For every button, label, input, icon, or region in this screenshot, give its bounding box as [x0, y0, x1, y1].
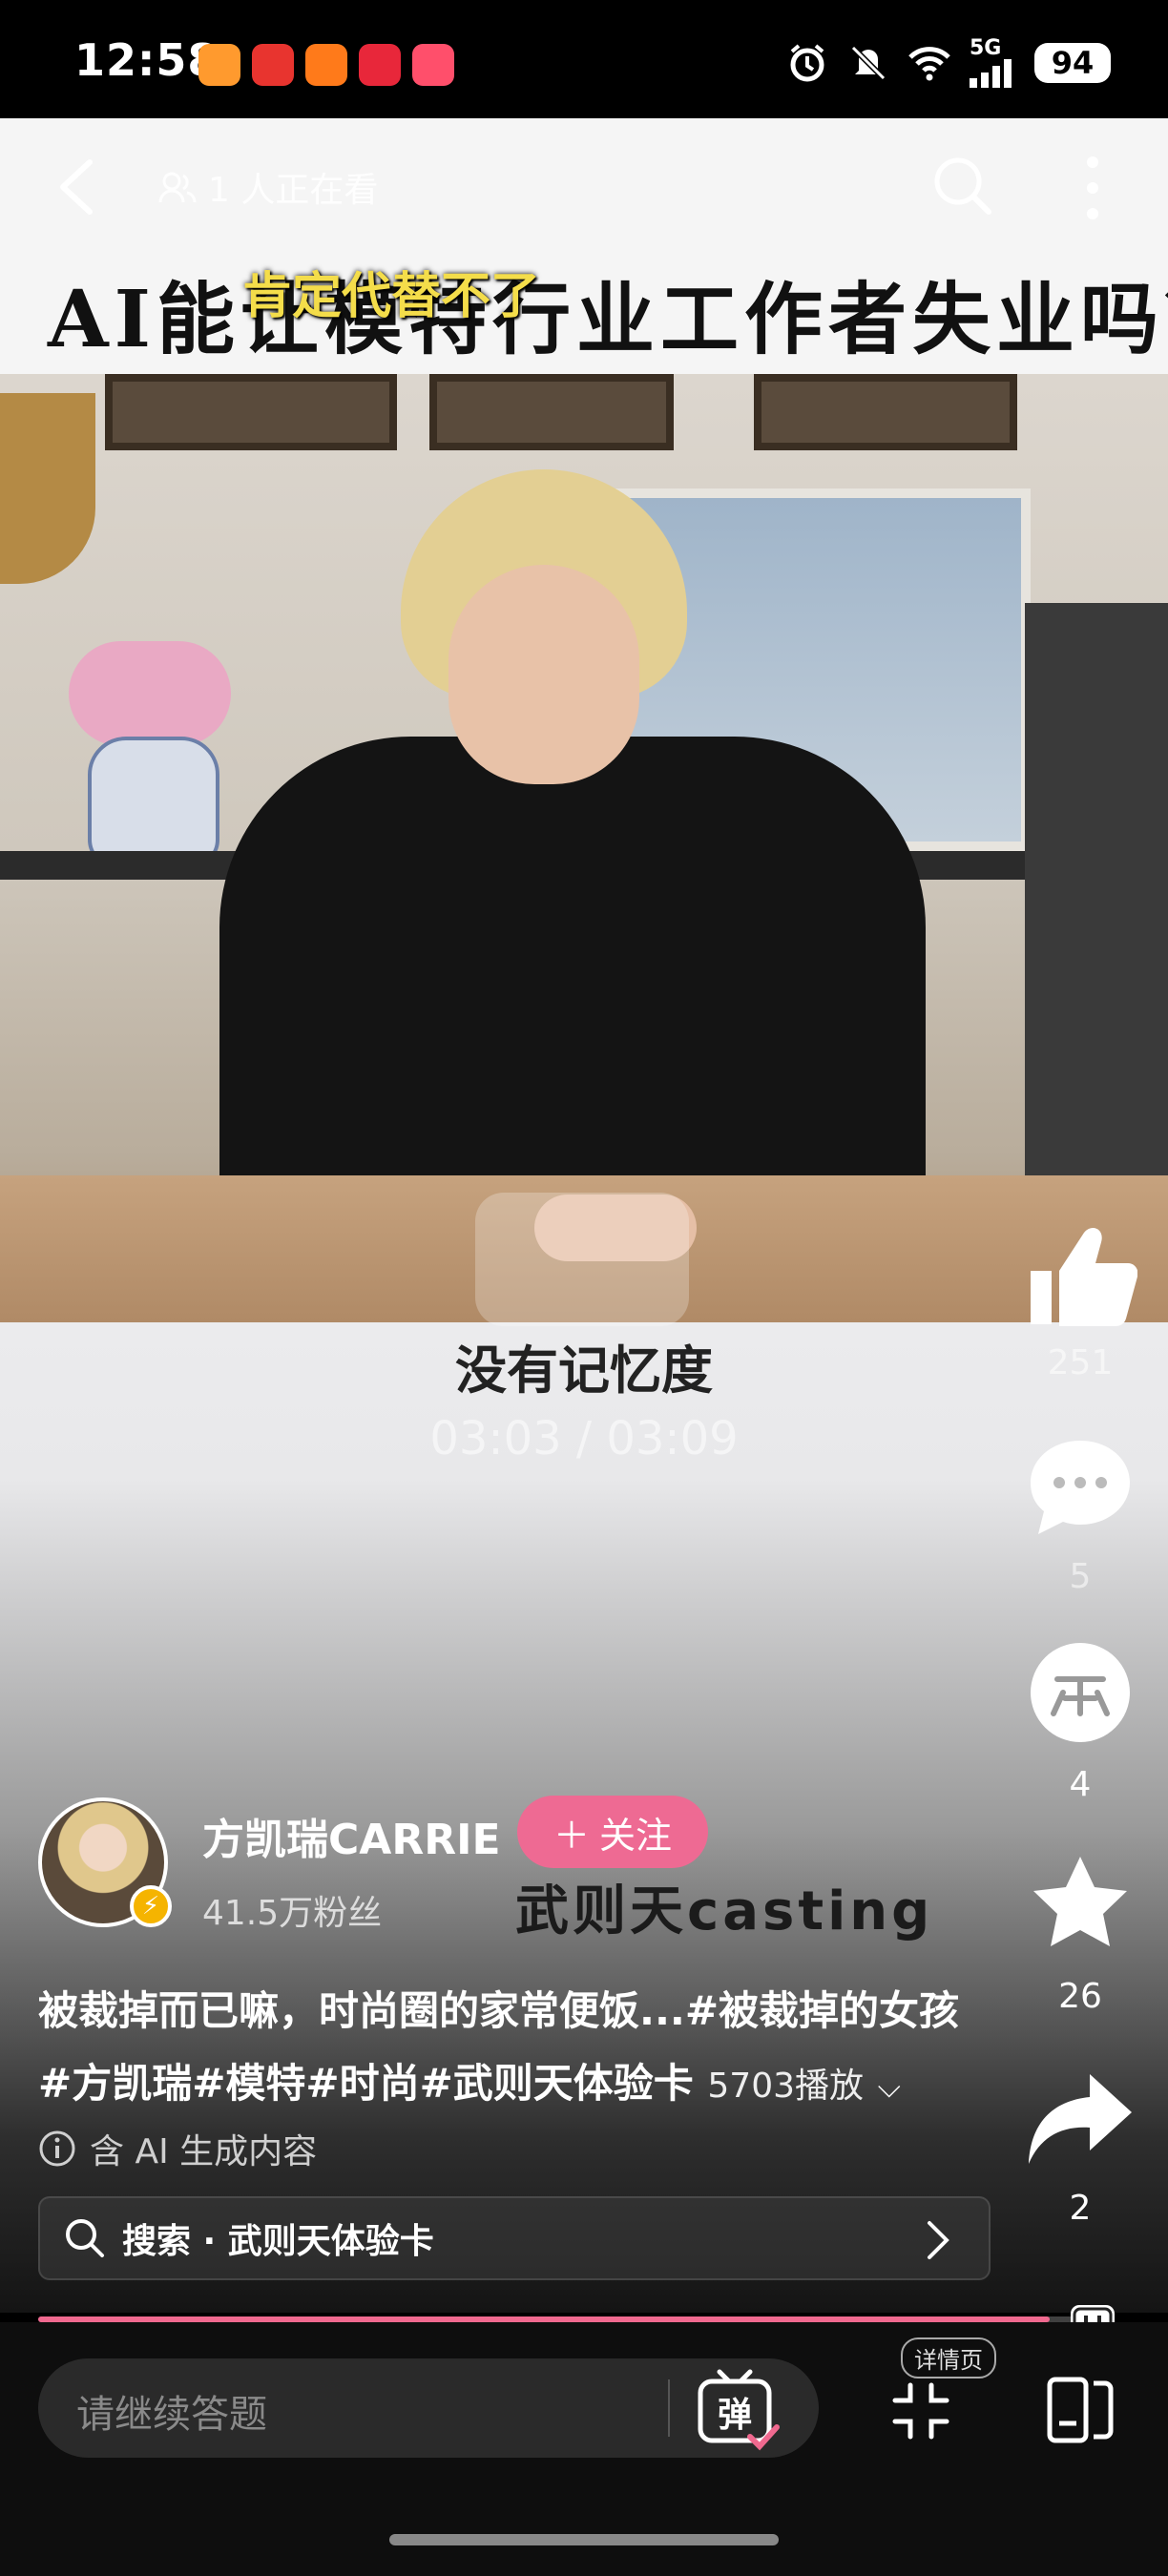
author-name[interactable]: 方凯瑞CARRIE: [202, 1805, 501, 1866]
app-icon-2: [252, 44, 294, 86]
input-divider: [668, 2379, 670, 2437]
wall-frame: [754, 374, 1017, 450]
status-bar: 12:58 5G 94: [0, 0, 1168, 118]
back-arrow-icon[interactable]: [53, 156, 99, 218]
detail-page-tag[interactable]: 详情页: [901, 2337, 996, 2379]
mute-icon: [850, 45, 886, 81]
face: [448, 565, 639, 784]
related-search-bar[interactable]: 搜索 · 武则天体验卡: [38, 2196, 991, 2280]
thumbs-up-icon[interactable]: [1023, 1217, 1138, 1332]
ai-content-notice: 含 AI 生成内容: [38, 2124, 317, 2173]
related-search-label: 搜索 · 武则天体验卡: [122, 2222, 434, 2261]
notification-app-icons: [198, 44, 454, 86]
video-frame-scene: [0, 374, 1168, 1322]
coin-action[interactable]: 4: [1021, 1639, 1139, 1804]
comment-action[interactable]: 5: [1021, 1431, 1139, 1596]
like-count: 251: [1047, 1343, 1114, 1382]
star-icon[interactable]: [1023, 1851, 1137, 1965]
danmaku-placeholder: 请继续答题: [76, 2393, 267, 2437]
lamp: [0, 393, 95, 584]
viewer-count: 1 人正在看: [158, 162, 378, 212]
danmaku-toggle-button[interactable]: 弹: [695, 2366, 782, 2454]
play-count: 5703播放: [707, 2067, 865, 2106]
search-icon: [66, 2219, 104, 2257]
video-subtitle: 肯定代替不了: [242, 268, 541, 325]
chevron-right-icon: [928, 2221, 949, 2259]
viewer-count-label: 1 人正在看: [208, 171, 379, 210]
viewers-icon: [158, 172, 197, 203]
network-type: 5G: [970, 36, 1002, 60]
video-player-screen: 12:58 5G 94 AI能让模特行业工作者失业吗？ 肯定代替不了 没有记忆度…: [0, 0, 1168, 2576]
coin-icon[interactable]: [1023, 1639, 1137, 1754]
vase: [88, 737, 219, 868]
video-watermark: 武则天casting: [515, 1880, 934, 1942]
share-action[interactable]: 2: [1021, 2063, 1139, 2228]
expand-chevron-icon[interactable]: ⌵: [878, 2068, 901, 2105]
coin-count: 4: [1069, 1765, 1092, 1804]
battery-level: 94: [1034, 43, 1111, 83]
follow-button[interactable]: ＋ 关注: [517, 1796, 708, 1868]
like-action[interactable]: 251: [1021, 1217, 1139, 1382]
app-icon-4: [359, 44, 401, 86]
playback-time: 03:03 / 03:09: [429, 1412, 739, 1465]
more-options-icon[interactable]: [1078, 155, 1107, 221]
app-icon-1: [198, 44, 240, 86]
app-icon-3: [305, 44, 347, 86]
fan-count: 41.5万粉丝: [202, 1894, 383, 1933]
ai-content-label: 含 AI 生成内容: [90, 2132, 318, 2171]
share-count: 2: [1069, 2189, 1092, 2228]
danmaku-label: 弹: [718, 2396, 752, 2435]
favorite-count: 26: [1058, 1977, 1102, 2016]
video-title-overlay: AI能让模特行业工作者失业吗？: [48, 274, 1168, 365]
search-icon[interactable]: [931, 155, 994, 218]
video-description[interactable]: 被裁掉而已嘛，时尚圈的家常便饭...#被裁掉的女孩#方凯瑞#模特#时尚#武则天体…: [38, 1975, 973, 2123]
play-button-ghost[interactable]: [475, 1193, 689, 1326]
info-icon: [39, 2130, 75, 2167]
exit-fullscreen-icon[interactable]: [891, 2381, 950, 2441]
alarm-icon: [790, 44, 824, 82]
share-arrow-icon[interactable]: [1023, 2063, 1137, 2177]
video-caption: 没有记忆度: [455, 1340, 713, 1401]
comment-bubble-icon[interactable]: [1023, 1431, 1137, 1546]
status-indicators: 5G 94: [786, 38, 1111, 88]
verified-badge-icon: ⚡: [130, 1885, 172, 1927]
wall-frame: [105, 374, 397, 450]
follow-label: 关注: [599, 1814, 673, 1857]
music-app-icon: [412, 44, 454, 86]
landscape-mode-icon[interactable]: [1046, 2374, 1118, 2446]
favorite-action[interactable]: 26: [1021, 1851, 1139, 2016]
home-indicator[interactable]: [389, 2534, 779, 2545]
comment-count: 5: [1069, 1557, 1092, 1596]
wifi-icon: [908, 47, 950, 81]
wall-frame: [429, 374, 674, 450]
danmaku-icon: 弹: [698, 2369, 780, 2451]
flowers: [69, 641, 231, 746]
cellular-signal-icon: 5G: [970, 38, 1015, 88]
plus-icon: ＋: [553, 1814, 590, 1857]
status-time: 12:58: [74, 34, 219, 86]
